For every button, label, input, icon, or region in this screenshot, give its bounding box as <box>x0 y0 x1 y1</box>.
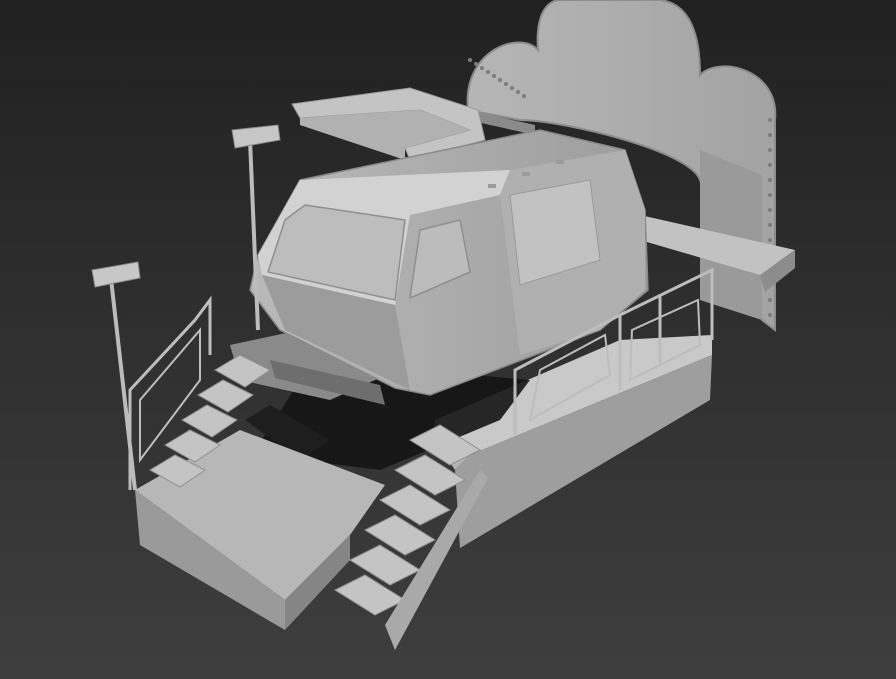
rivet <box>768 298 772 302</box>
rivet <box>768 223 772 227</box>
rivet <box>768 208 772 212</box>
rivet <box>498 78 502 82</box>
rivet <box>468 58 472 62</box>
rivet <box>768 163 772 167</box>
rivet <box>510 86 514 90</box>
rivet <box>486 70 490 74</box>
rivet <box>516 90 520 94</box>
rivet <box>492 74 496 78</box>
rivet <box>768 118 772 122</box>
rivet <box>480 66 484 70</box>
rivet <box>768 313 772 317</box>
3d-viewport[interactable] <box>0 0 896 679</box>
rivet <box>768 178 772 182</box>
rivet <box>768 238 772 242</box>
rivet <box>522 94 526 98</box>
simulator-ride-render <box>0 0 896 679</box>
rivet <box>768 148 772 152</box>
rivet <box>474 62 478 66</box>
rivet <box>504 82 508 86</box>
rivet <box>768 193 772 197</box>
rivet <box>768 133 772 137</box>
